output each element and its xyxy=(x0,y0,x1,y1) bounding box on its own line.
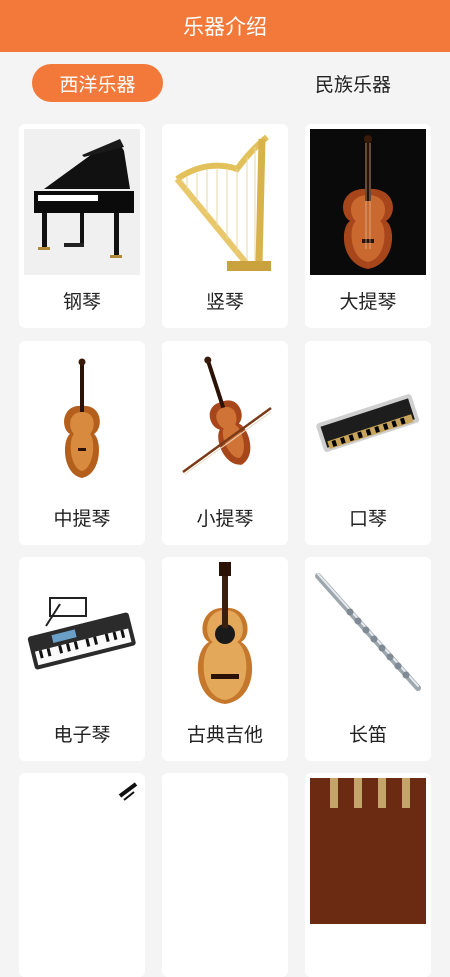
instrument-card-violin[interactable]: 小提琴 xyxy=(162,341,288,545)
instrument-name: 竖琴 xyxy=(205,291,244,313)
violin-icon xyxy=(167,346,283,492)
instrument-card-harp[interactable]: 竖琴 xyxy=(162,124,288,328)
cello-icon xyxy=(310,129,426,275)
instrument-card-cello[interactable]: 大提琴 xyxy=(305,124,431,328)
page-title: 乐器介绍 xyxy=(183,15,267,39)
instrument-name: 口琴 xyxy=(348,508,387,530)
viola-icon xyxy=(24,346,140,492)
instrument-name: 小提琴 xyxy=(196,508,254,530)
instrument-name: 古典吉他 xyxy=(186,724,263,746)
instrument-card-keyboard[interactable]: 电子琴 xyxy=(19,557,145,761)
app-header: 乐器介绍 xyxy=(0,0,450,52)
instrument-card-partial-1[interactable] xyxy=(19,773,145,977)
instrument-grid: 钢琴 竖琴 大提琴 中提琴 小提琴 口琴 电子琴 古典吉他 长笛 xyxy=(0,124,450,977)
tab-western-instruments[interactable]: 西洋乐器 xyxy=(32,64,163,102)
category-tabs: 西洋乐器 民族乐器 xyxy=(0,52,450,116)
instrument-card-partial-3[interactable] xyxy=(305,773,431,977)
instrument-name: 大提琴 xyxy=(339,291,397,313)
harp-icon xyxy=(167,129,283,275)
instrument-card-harmonica[interactable]: 口琴 xyxy=(305,341,431,545)
guitar-icon xyxy=(167,562,283,708)
harmonica-icon xyxy=(310,346,426,492)
instrument-name: 长笛 xyxy=(348,724,387,746)
instrument-card-viola[interactable]: 中提琴 xyxy=(19,341,145,545)
keyboard-icon xyxy=(24,562,140,708)
instrument-name: 钢琴 xyxy=(62,291,101,313)
instrument-card-partial-2[interactable] xyxy=(162,773,288,977)
tab-folk-instruments[interactable]: 民族乐器 xyxy=(283,64,423,102)
instrument-name: 电子琴 xyxy=(53,724,111,746)
piano-icon xyxy=(24,129,140,275)
instrument-card-piano[interactable]: 钢琴 xyxy=(19,124,145,328)
instrument-card-flute[interactable]: 长笛 xyxy=(305,557,431,761)
instrument-card-guitar[interactable]: 古典吉他 xyxy=(162,557,288,761)
instrument-name: 中提琴 xyxy=(53,508,111,530)
flute-icon xyxy=(310,562,426,708)
